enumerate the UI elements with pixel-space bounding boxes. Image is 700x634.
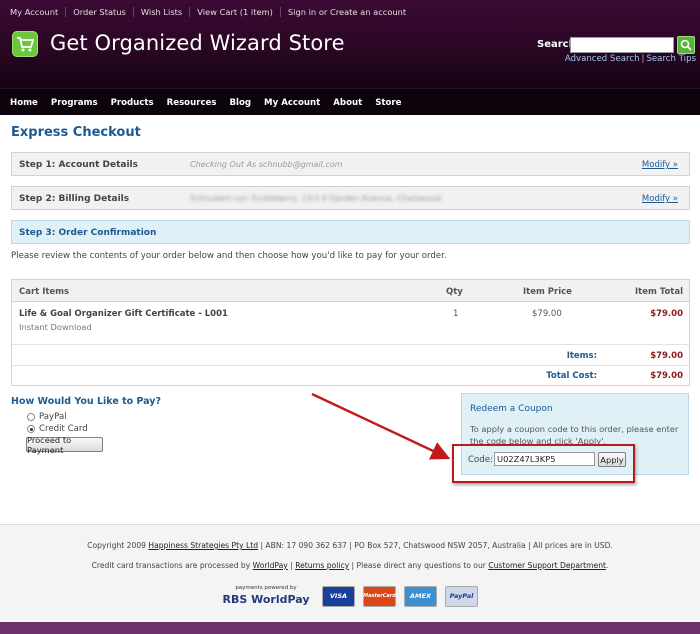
step-billing-details: Step 2: Billing Details Schnubert von Tu… [11, 186, 690, 210]
search-button[interactable] [677, 36, 695, 54]
item-subtitle: Instant Download [19, 322, 92, 332]
nav-store[interactable]: Store [375, 98, 401, 108]
cart-header: Cart Items Qty Item Price Item Total [12, 280, 689, 302]
item-qty: 1 [453, 309, 459, 319]
item-name[interactable]: Life & Goal Organizer Gift Certificate -… [19, 309, 228, 319]
cart-logo-icon[interactable] [12, 31, 38, 57]
returns-policy-link[interactable]: Returns policy [295, 561, 349, 570]
step-account-details: Step 1: Account Details Checking Out As … [11, 152, 690, 176]
bottom-frame [0, 622, 700, 634]
items-subtotal-value: $79.00 [650, 351, 683, 361]
header-item-total: Item Total [634, 287, 683, 297]
store-title[interactable]: Get Organized Wizard Store [50, 31, 345, 55]
paypal-card-icon: PayPal [445, 585, 478, 607]
mastercard-icon: MasterCard [363, 585, 396, 607]
page-title: Express Checkout [11, 125, 141, 140]
nav-programs[interactable]: Programs [51, 98, 98, 108]
header-cart-items: Cart Items [19, 287, 70, 297]
nav-home[interactable]: Home [10, 98, 38, 108]
step-1-detail: Checking Out As schnubb@gmail.com [190, 160, 343, 169]
nav-products[interactable]: Products [111, 98, 154, 108]
step-2-label: Step 2: Billing Details [19, 194, 130, 204]
copyright-suffix: | ABN: 17 090 362 637 | PO Box 527, Chat… [258, 541, 613, 550]
worldpay-link[interactable]: WorldPay [253, 561, 288, 570]
payment-option-credit-card[interactable]: Credit Card [27, 424, 88, 434]
powered-by-text: payments powered by [235, 585, 297, 591]
nav-about[interactable]: About [333, 98, 362, 108]
payment-method-title: How Would You Like to Pay? [11, 396, 161, 407]
top-links: My Account Order Status Wish Lists View … [10, 7, 413, 17]
credit-card-radio[interactable] [27, 425, 35, 433]
advanced-search-link[interactable]: Advanced Search [565, 54, 640, 64]
modify-billing-link[interactable]: Modify » [642, 194, 678, 204]
processing-prefix: Credit card transactions are processed b… [91, 561, 253, 570]
header-item-price: Item Price [523, 287, 572, 297]
total-cost-label: Total Cost: [546, 371, 597, 381]
items-subtotal-label: Items: [566, 351, 597, 361]
total-cost-row: Total Cost: $79.00 [12, 366, 689, 386]
coupon-title: Redeem a Coupon [470, 404, 553, 414]
search-links: Advanced Search | Search Tips [565, 54, 696, 64]
worldpay-logo-text: RBS WorldPay [222, 593, 310, 606]
search-icon [680, 39, 692, 51]
payment-option-paypal[interactable]: PayPal [27, 412, 67, 422]
nav-blog[interactable]: Blog [229, 98, 251, 108]
item-total: $79.00 [650, 309, 683, 319]
step-2-detail: Schnubert von Turbleberry, 15/3 9 Garden… [190, 194, 442, 203]
paypal-radio[interactable] [27, 413, 35, 421]
top-link-view-cart[interactable]: View Cart (1 item) [189, 7, 280, 17]
items-subtotal-row: Items: $79.00 [12, 346, 689, 366]
cart-table: Cart Items Qty Item Price Item Total Lif… [11, 279, 690, 386]
worldpay-logo: payments powered by RBS WorldPay [220, 585, 312, 607]
company-link[interactable]: Happiness Strategies Pty Ltd [148, 541, 258, 550]
modify-account-link[interactable]: Modify » [642, 160, 678, 170]
main-nav: Home Programs Products Resources Blog My… [0, 88, 700, 115]
top-link-my-account[interactable]: My Account [10, 7, 65, 17]
item-price: $79.00 [532, 309, 562, 319]
processing-middle: | Please direct any questions to our [349, 561, 489, 570]
visa-card-icon: VISA [322, 585, 355, 607]
checkout-main: Express Checkout Step 1: Account Details… [0, 115, 700, 524]
coupon-highlight-box [452, 444, 635, 483]
customer-support-link[interactable]: Customer Support Department [488, 561, 606, 570]
step-order-confirmation: Step 3: Order Confirmation [11, 220, 690, 244]
step-1-label: Step 1: Account Details [19, 160, 139, 170]
checkout-intro: Please review the contents of your order… [11, 251, 447, 261]
credit-card-label[interactable]: Credit Card [39, 424, 88, 434]
copyright-prefix: Copyright 2009 [87, 541, 149, 550]
paypal-label[interactable]: PayPal [39, 412, 67, 422]
search-input[interactable] [570, 37, 674, 53]
step-3-label: Step 3: Order Confirmation [19, 228, 157, 238]
table-row: Life & Goal Organizer Gift Certificate -… [12, 303, 689, 345]
copyright-line: Copyright 2009 Happiness Strategies Pty … [0, 541, 700, 550]
top-link-order-status[interactable]: Order Status [65, 7, 133, 17]
processing-line: Credit card transactions are processed b… [0, 561, 700, 570]
amex-card-icon: AMEX [404, 585, 437, 607]
payment-logos: payments powered by RBS WorldPay VISA Ma… [220, 585, 486, 607]
processing-end: . [605, 561, 609, 570]
nav-my-account[interactable]: My Account [264, 98, 320, 108]
footer: Copyright 2009 Happiness Strategies Pty … [0, 524, 700, 622]
proceed-to-payment-button[interactable]: Proceed to Payment [26, 435, 103, 455]
top-link-wish-lists[interactable]: Wish Lists [132, 7, 189, 17]
total-cost-value: $79.00 [650, 371, 683, 381]
header: My Account Order Status Wish Lists View … [0, 0, 700, 88]
search-tips-link[interactable]: Search Tips [646, 54, 696, 64]
top-link-sign-in[interactable]: Sign in or Create an account [279, 7, 413, 17]
header-qty: Qty [446, 287, 463, 297]
nav-resources[interactable]: Resources [167, 98, 217, 108]
